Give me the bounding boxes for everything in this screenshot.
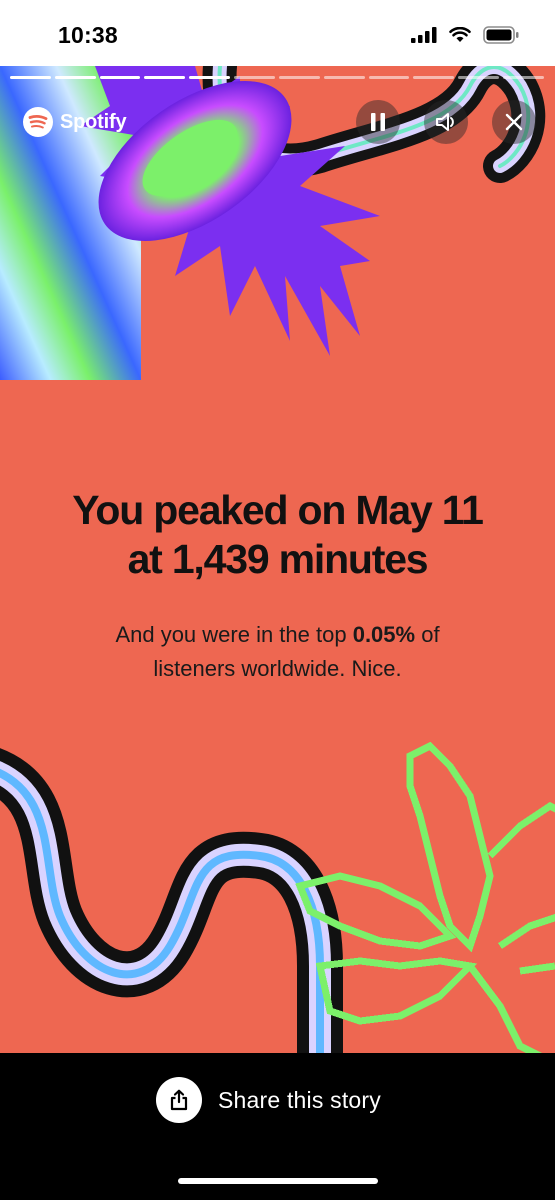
progress-segment — [323, 76, 365, 79]
progress-segment — [234, 76, 275, 79]
share-label: Share this story — [218, 1086, 381, 1113]
pause-button[interactable] — [356, 100, 400, 144]
spotify-icon — [23, 107, 53, 137]
progress-segment — [278, 76, 320, 79]
progress-segment — [189, 76, 231, 79]
status-bar: 10:38 — [0, 0, 555, 66]
speaker-icon — [436, 113, 454, 131]
progress-segment — [458, 76, 500, 79]
wifi-icon — [449, 27, 471, 42]
subtext-highlight: 0.05% — [352, 622, 416, 647]
brand-name: Spotify — [60, 110, 127, 133]
status-time: 10:38 — [58, 22, 118, 48]
story-progress-bar — [10, 76, 544, 79]
close-button[interactable] — [492, 100, 536, 144]
share-icon — [156, 1077, 202, 1123]
battery-icon — [483, 26, 519, 44]
close-icon — [505, 113, 523, 131]
subtext-before: And you were in the top — [115, 622, 353, 647]
progress-segment — [10, 76, 51, 79]
progress-segment — [54, 76, 96, 79]
story-headline: You peaked on May 11 at 1,439 minutes — [0, 486, 555, 584]
cellular-signal-icon — [411, 27, 437, 43]
pause-icon — [371, 113, 385, 131]
story-card[interactable]: Spotify You peaked on May 11 at 1,439 mi… — [0, 66, 555, 1053]
status-icons — [411, 26, 519, 44]
story-subtext: And you were in the top 0.05% of listene… — [0, 618, 555, 686]
headline-line-2: at 1,439 minutes — [127, 536, 429, 582]
share-story-button[interactable]: Share this story — [156, 1077, 381, 1123]
subtext-line-1: And you were in the top 0.05% of — [0, 618, 555, 652]
home-indicator — [178, 1178, 378, 1184]
subtext-line-2: listeners worldwide. Nice. — [153, 656, 402, 681]
progress-segment — [368, 76, 410, 79]
spotify-logo: Spotify — [22, 106, 127, 138]
subtext-after: of — [415, 622, 440, 647]
progress-segment — [503, 76, 544, 79]
progress-segment — [413, 76, 455, 79]
progress-segment — [144, 76, 186, 79]
mute-button[interactable] — [424, 100, 468, 144]
progress-segment — [99, 76, 141, 79]
headline-line-1: You peaked on May 11 — [72, 487, 484, 533]
